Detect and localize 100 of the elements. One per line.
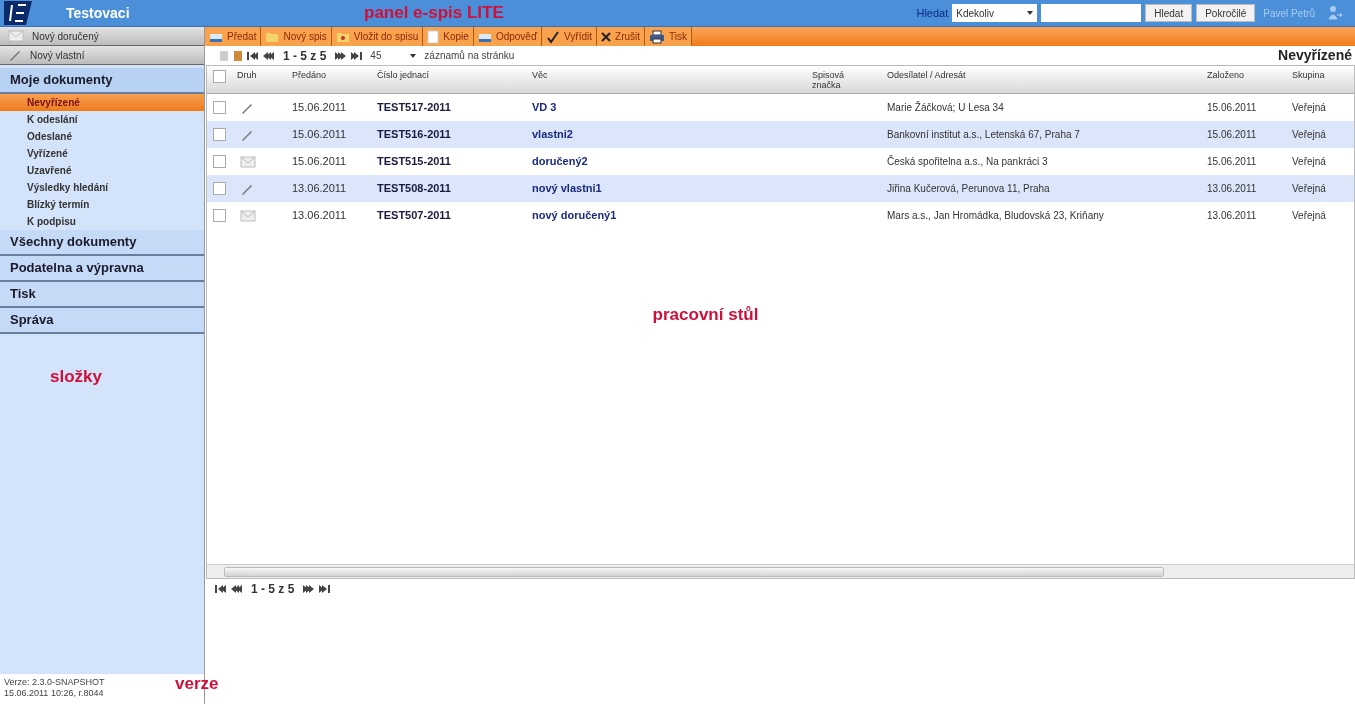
folder-section[interactable]: Tisk xyxy=(0,282,204,308)
caret-icon xyxy=(1027,11,1034,15)
folder-section[interactable]: Podatelna a výpravna xyxy=(0,256,204,282)
table-cell-text: VD 3 xyxy=(531,100,558,116)
last-page-icon[interactable] xyxy=(350,50,363,61)
table-cell-text: 15.06.2011 xyxy=(1206,101,1258,115)
column-header[interactable]: Číslo jednací xyxy=(372,70,527,80)
column-header[interactable]: Skupina xyxy=(1287,70,1347,80)
search-button[interactable]: Pokročilé xyxy=(1196,4,1256,22)
toolbar-button[interactable]: Vložit do spisu xyxy=(331,27,424,46)
table-cell-text: 15.06.2011 xyxy=(291,127,348,143)
collapse-icon[interactable] xyxy=(219,49,229,62)
table-cell-text: vlastni2 xyxy=(531,127,574,143)
folder-item[interactable]: Nevyřízené xyxy=(0,94,204,111)
previous-page-icon[interactable] xyxy=(231,584,243,594)
column-header[interactable]: Založeno xyxy=(1202,70,1287,80)
horizontal-scrollbar[interactable] xyxy=(207,564,1354,578)
folder-icon xyxy=(335,30,350,43)
table-cell-text: nový vlastni1 xyxy=(531,181,603,197)
view-title: Nevyřízené xyxy=(1278,46,1353,65)
table-cell-text: 13.06.2011 xyxy=(1206,209,1258,223)
toolbar-button[interactable]: Předat xyxy=(205,27,262,46)
toolbar-button[interactable]: Kopie xyxy=(423,27,474,46)
toolbar-button[interactable]: Nový spis xyxy=(261,27,332,46)
folder-item[interactable]: Výsledky hledání xyxy=(0,179,204,196)
first-page-icon[interactable] xyxy=(247,50,259,61)
next-page-icon[interactable] xyxy=(334,50,347,61)
page-range: 1 - 5 z 5 xyxy=(250,581,296,598)
table-cell-text: 13.06.2011 xyxy=(1206,182,1258,196)
table-row[interactable]: 15.06.2011 TEST516-2011 vlastni2 Bankovní institut a.s., Letenská 67, Praha 7 15.06.2011 Veřejná xyxy=(207,121,1354,148)
table-cell-text: TEST517-2011 xyxy=(376,100,452,116)
folder-item[interactable]: K podpisu xyxy=(0,213,204,230)
table-cell-text: 15.06.2011 xyxy=(1206,155,1258,169)
table-cell-text: Mars a.s., Jan Hromádka, Bludovská 23, Kriňany xyxy=(886,209,1105,223)
folder-item[interactable]: Odeslané xyxy=(0,128,204,145)
logo-icon xyxy=(4,1,32,25)
scope-dropdown[interactable]: Kdekoliv xyxy=(952,4,1038,22)
folder-item[interactable]: Vyřízené xyxy=(0,145,204,162)
folder-section[interactable]: Správa xyxy=(0,308,204,334)
toolbar-button[interactable]: Tisk xyxy=(645,27,692,46)
table-cell-text: Česká spořitelna a.s., Na pankráci 3 xyxy=(886,154,1049,169)
column-header[interactable]: Spisová značka xyxy=(807,70,882,90)
search-button[interactable]: Hledat xyxy=(1145,4,1193,22)
new-document-button[interactable]: Nový doručený xyxy=(0,27,204,46)
checkbox[interactable] xyxy=(213,128,226,141)
page-icon xyxy=(427,29,440,44)
close-icon xyxy=(601,31,612,42)
envelope-icon xyxy=(8,30,24,42)
page-size-label: záznamů na stránku xyxy=(424,49,515,63)
table-cell-text: 13.06.2011 xyxy=(291,208,348,224)
annotation-label: verze xyxy=(175,672,219,695)
toolbar-button[interactable]: Zrušit xyxy=(597,27,646,46)
table-row[interactable]: 13.06.2011 TEST508-2011 nový vlastni1 Jiřina Kučerová, Perunova 11, Praha 13.06.2011 Veřejná xyxy=(207,175,1354,202)
new-document-button[interactable]: Nový vlastní xyxy=(0,46,204,65)
column-header[interactable]: Předáno xyxy=(287,70,372,80)
checkbox[interactable] xyxy=(213,70,226,83)
logout-icon[interactable] xyxy=(1327,5,1343,21)
table-cell-text: nový doručený1 xyxy=(531,208,618,224)
envelope-icon xyxy=(240,155,256,168)
folder-item[interactable]: K odeslání xyxy=(0,111,204,128)
toolbar-button[interactable]: Odpověď xyxy=(473,27,543,46)
app-name: Testovaci xyxy=(66,3,131,23)
checkbox[interactable] xyxy=(213,182,226,195)
table-cell-text: TEST516-2011 xyxy=(376,127,452,143)
first-page-icon[interactable] xyxy=(215,584,227,594)
envelope-icon xyxy=(240,209,256,222)
table-cell-text: Veřejná xyxy=(1291,101,1327,115)
checkbox[interactable] xyxy=(213,155,226,168)
annotation-label: složky xyxy=(50,366,102,388)
next-page-icon[interactable] xyxy=(302,584,315,594)
previous-page-icon[interactable] xyxy=(263,50,275,61)
table-cell-text: Jiřina Kučerová, Perunova 11, Praha xyxy=(886,182,1051,196)
table-cell-text: 15.06.2011 xyxy=(1206,128,1258,142)
annotation-label: panel e-spis LITE xyxy=(364,2,504,25)
page-size-dropdown[interactable]: 45 xyxy=(370,48,417,63)
search-field[interactable] xyxy=(1041,4,1142,22)
column-header[interactable]: Věc xyxy=(527,70,807,80)
folder-section[interactable]: Moje dokumenty xyxy=(0,68,204,94)
search-label: Hledat xyxy=(916,5,949,21)
table-cell-text: Veřejná xyxy=(1291,182,1327,196)
folder-section[interactable]: Všechny dokumenty xyxy=(0,230,204,256)
table-cell-text: doručený2 xyxy=(531,154,589,170)
table-cell-text: TEST515-2011 xyxy=(376,154,452,170)
checkbox[interactable] xyxy=(213,101,226,114)
table-cell-text: TEST507-2011 xyxy=(376,208,452,224)
check-icon xyxy=(546,29,561,44)
column-header[interactable]: Odesílatel / Adresát xyxy=(882,70,1202,80)
version-text: Verze: 2.3.0-SNAPSHOT xyxy=(4,677,105,688)
checkbox[interactable] xyxy=(213,209,226,222)
folder-item[interactable]: Uzavřené xyxy=(0,162,204,179)
column-header[interactable]: Druh xyxy=(232,70,287,80)
last-page-icon[interactable] xyxy=(318,584,331,594)
table-cell-text: Marie Žáčková; U Lesa 34 xyxy=(886,100,1005,115)
folder-icon xyxy=(265,30,280,43)
toolbar-button[interactable]: Vyřídit xyxy=(542,27,598,46)
table-cell-text: Veřejná xyxy=(1291,155,1327,169)
table-cell-text: Veřejná xyxy=(1291,209,1327,223)
caret-icon xyxy=(410,53,417,58)
annotation-label: pracovní stůl xyxy=(652,304,759,326)
folder-item[interactable]: Blízký termín xyxy=(0,196,204,213)
